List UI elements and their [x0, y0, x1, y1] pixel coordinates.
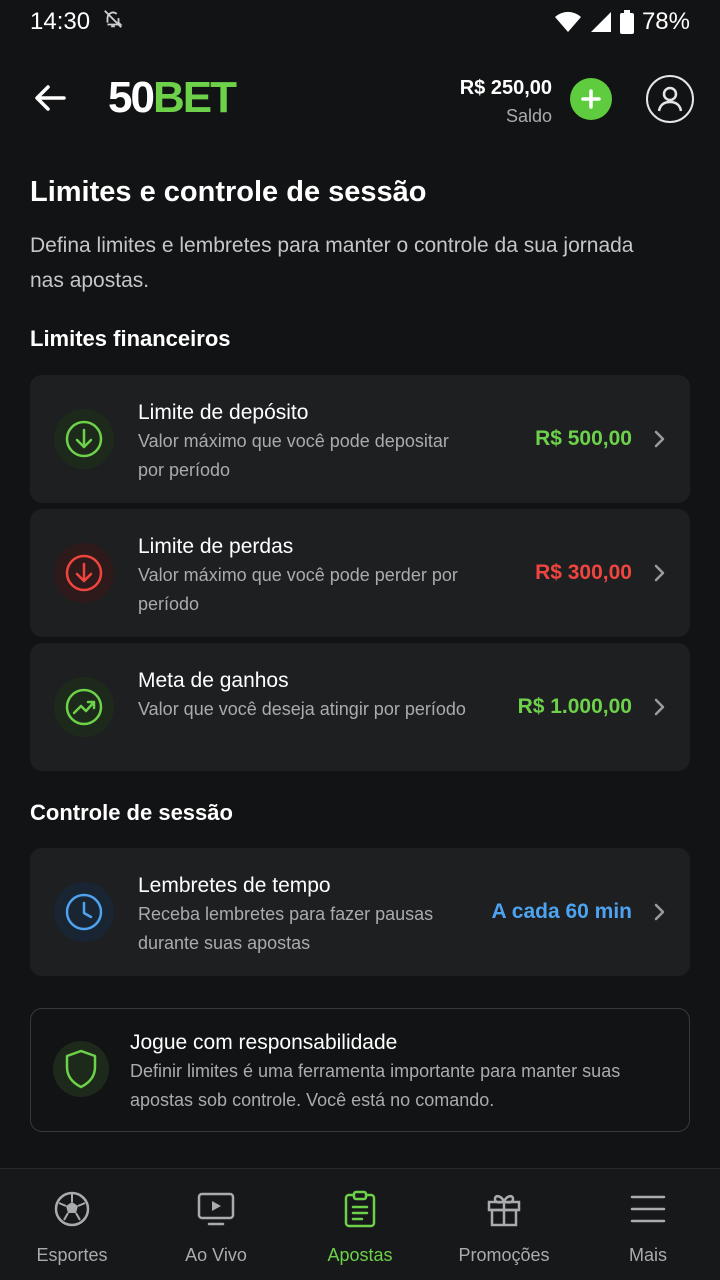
nav-item-esportes[interactable]: Esportes — [0, 1169, 144, 1280]
card-description: Valor que você deseja atingir por períod… — [138, 699, 466, 719]
plus-icon — [581, 89, 601, 109]
loss-limit-card[interactable]: Limite de perdas Valor máximo que você p… — [30, 509, 690, 637]
profile-button[interactable] — [646, 75, 694, 123]
logo: 50BET — [108, 73, 237, 122]
signal-icon — [590, 11, 612, 33]
time-reminder-value: A cada 60 min — [491, 900, 632, 923]
time-reminder-card[interactable]: Lembretes de tempo Receba lembretes para… — [30, 848, 690, 976]
nav-item-ao-vivo[interactable]: Ao Vivo — [144, 1169, 288, 1280]
card-title: Lembretes de tempo — [138, 874, 331, 897]
card-title: Limite de perdas — [138, 535, 294, 558]
arrow-down-circle-icon — [54, 543, 114, 603]
chevron-right-icon — [654, 430, 665, 448]
card-description: Valor máximo que você pode depositar por… — [138, 431, 449, 480]
nav-item-mais[interactable]: Mais — [576, 1169, 720, 1280]
status-bar: 14:30 78% — [0, 0, 720, 44]
wifi-icon — [554, 10, 582, 34]
card-title: Limite de depósito — [138, 401, 309, 424]
balance-label: Saldo — [505, 106, 552, 126]
battery-percent: 78% — [641, 8, 690, 35]
battery-icon — [619, 10, 634, 34]
win-goal-value: R$ 1.000,00 — [517, 695, 632, 718]
clipboard-icon — [340, 1189, 380, 1229]
gift-icon — [484, 1189, 524, 1229]
app-header: 50BET R$ 250,00 Saldo — [0, 60, 720, 140]
nav-label: Ao Vivo — [185, 1245, 247, 1265]
balance-amount: R$ 250,00 — [459, 77, 552, 99]
download-icon — [54, 409, 114, 469]
clock-icon — [54, 882, 114, 942]
shield-icon — [53, 1041, 109, 1097]
nav-label: Apostas — [327, 1245, 393, 1265]
page-title: Limites e controle de sessão — [30, 176, 427, 208]
chevron-right-icon — [654, 903, 665, 921]
live-play-icon — [196, 1189, 236, 1229]
status-time: 14:30 — [30, 8, 91, 35]
card-description: Receba lembretes para fazer pausas duran… — [138, 904, 434, 953]
loss-limit-value: R$ 300,00 — [535, 561, 632, 584]
user-icon — [657, 86, 683, 112]
logo-number: 50 — [108, 73, 155, 122]
add-funds-button[interactable] — [570, 78, 612, 120]
chevron-right-icon — [654, 564, 665, 582]
back-button[interactable] — [30, 78, 70, 118]
responsible-description: Definir limites é uma ferramenta importa… — [130, 1061, 621, 1110]
trending-up-icon — [54, 677, 114, 737]
card-description: Valor máximo que você pode perder por pe… — [138, 565, 458, 614]
responsible-gaming-card: Jogue com responsabilidade Definir limit… — [30, 1008, 690, 1132]
arrow-left-icon — [35, 85, 66, 111]
silent-mode-icon — [102, 8, 124, 37]
deposit-limit-value: R$ 500,00 — [535, 427, 632, 450]
section-title-financial: Limites financeiros — [30, 326, 231, 351]
soccer-ball-icon — [52, 1189, 92, 1229]
nav-label: Promoções — [458, 1245, 550, 1265]
bottom-nav: Esportes Ao Vivo Apostas Promoções Mais — [0, 1168, 720, 1280]
balance: R$ 250,00 Saldo — [460, 76, 552, 127]
menu-icon — [628, 1189, 668, 1229]
nav-item-apostas[interactable]: Apostas — [288, 1169, 432, 1280]
nav-label: Mais — [628, 1245, 667, 1265]
deposit-limit-card[interactable]: Limite de depósito Valor máximo que você… — [30, 375, 690, 503]
win-goal-card[interactable]: Meta de ganhos Valor que você deseja ati… — [30, 643, 690, 771]
page-description: Defina limites e lembretes para manter o… — [30, 234, 634, 292]
logo-word: BET — [152, 73, 237, 122]
card-title: Meta de ganhos — [138, 669, 289, 692]
section-title-session: Controle de sessão — [30, 800, 233, 825]
chevron-right-icon — [654, 698, 665, 716]
responsible-title: Jogue com responsabilidade — [130, 1031, 398, 1054]
nav-item-promocoes[interactable]: Promoções — [432, 1169, 576, 1280]
nav-label: Esportes — [36, 1245, 108, 1265]
